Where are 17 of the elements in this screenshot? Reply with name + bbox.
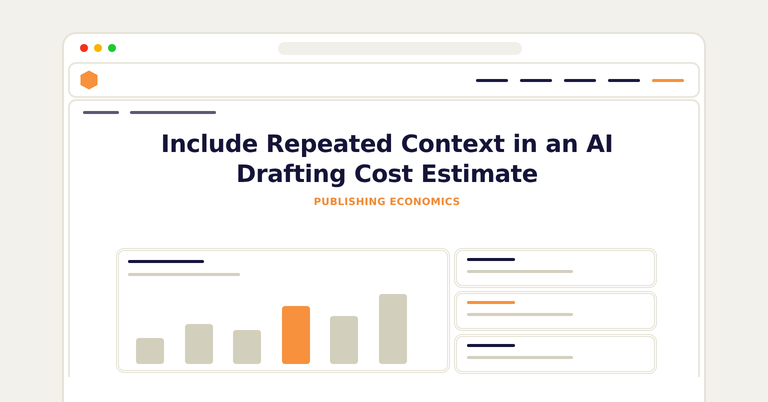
chart-bar (330, 316, 358, 364)
nav-link-line[interactable] (564, 78, 596, 82)
chart-bar (282, 306, 310, 364)
close-dot[interactable] (80, 44, 88, 52)
breadcrumb-line[interactable] (83, 111, 119, 114)
minimize-dot[interactable] (94, 44, 102, 52)
article-title: Include Repeated Context in an AI Drafting Cost Estimate (160, 129, 614, 189)
maximize-dot[interactable] (108, 44, 116, 52)
nav-link-line[interactable] (608, 78, 640, 82)
chart-bar (233, 330, 261, 364)
nav-link-line[interactable] (476, 78, 508, 82)
chart-bar (185, 324, 213, 364)
hexagon-logo-icon[interactable] (80, 70, 98, 90)
chart-bar (136, 338, 164, 364)
category-label: PUBLISHING ECONOMICS (312, 197, 462, 208)
chart-bar (379, 294, 407, 364)
nav-link-line[interactable] (520, 78, 552, 82)
